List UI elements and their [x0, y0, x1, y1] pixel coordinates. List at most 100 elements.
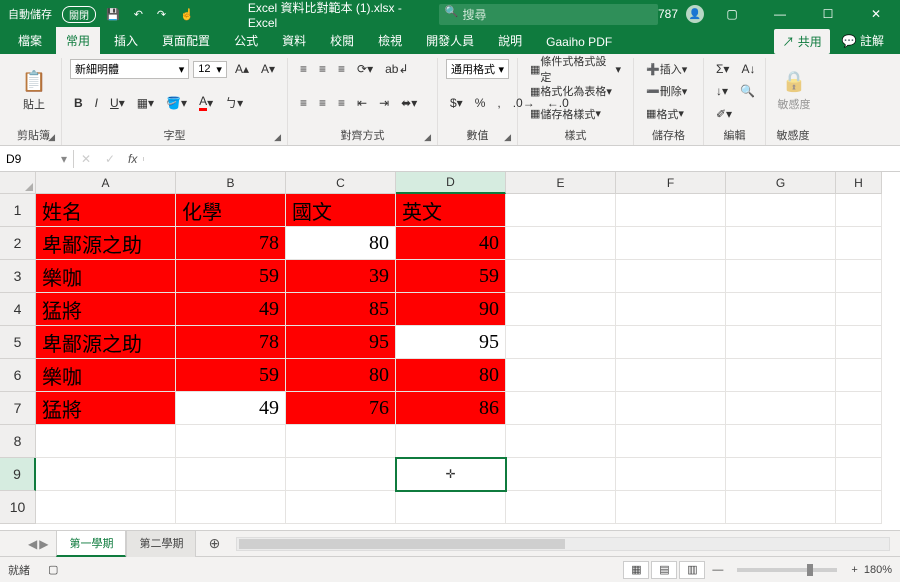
- wrap-text-button[interactable]: ab↲: [381, 60, 412, 78]
- cell[interactable]: [286, 491, 396, 524]
- column-header[interactable]: C: [286, 172, 396, 194]
- search-input[interactable]: 搜尋: [439, 4, 658, 25]
- insert-cells-button[interactable]: ➕插入▾: [642, 59, 691, 79]
- cell[interactable]: [176, 458, 286, 491]
- cell[interactable]: [726, 260, 836, 293]
- delete-cells-button[interactable]: ➖刪除▾: [642, 81, 691, 101]
- cell[interactable]: [726, 194, 836, 227]
- align-right-icon[interactable]: ≡: [334, 94, 349, 112]
- cell[interactable]: [506, 425, 616, 458]
- font-color-icon[interactable]: A▾: [195, 92, 217, 113]
- number-format-select[interactable]: 通用格式▾: [446, 59, 509, 79]
- touch-icon[interactable]: ☝: [176, 6, 198, 23]
- cell[interactable]: [726, 392, 836, 425]
- cell[interactable]: 英文: [396, 194, 506, 227]
- select-all-corner[interactable]: [0, 172, 36, 194]
- cell[interactable]: [506, 326, 616, 359]
- bold-button[interactable]: B: [70, 94, 87, 112]
- cell[interactable]: [616, 227, 726, 260]
- cell[interactable]: [616, 293, 726, 326]
- sheet-tab[interactable]: 第二學期: [126, 530, 196, 557]
- cell[interactable]: [836, 392, 882, 425]
- column-header[interactable]: D: [396, 172, 506, 194]
- row-header[interactable]: 10: [0, 491, 36, 524]
- column-header[interactable]: A: [36, 172, 176, 194]
- align-center-icon[interactable]: ≡: [315, 94, 330, 112]
- row-header[interactable]: 1: [0, 194, 36, 227]
- cell[interactable]: [836, 260, 882, 293]
- hscroll-thumb[interactable]: [239, 539, 565, 549]
- view-pagebreak-icon[interactable]: ▥: [679, 561, 705, 579]
- align-left-icon[interactable]: ≡: [296, 94, 311, 112]
- launcher-icon[interactable]: ◢: [424, 132, 431, 143]
- cell[interactable]: 86: [396, 392, 506, 425]
- cell[interactable]: ✛: [396, 458, 506, 491]
- cell[interactable]: [836, 326, 882, 359]
- shrink-font-icon[interactable]: A▾: [257, 60, 279, 78]
- cell[interactable]: [726, 326, 836, 359]
- ribbon-options-icon[interactable]: ▢: [712, 0, 752, 28]
- cell[interactable]: 95: [396, 326, 506, 359]
- maximize-icon[interactable]: ☐: [808, 0, 848, 28]
- cell[interactable]: [726, 293, 836, 326]
- hscroll-track[interactable]: [236, 537, 890, 551]
- align-middle-icon[interactable]: ≡: [315, 60, 330, 78]
- zoom-in-button[interactable]: +: [851, 564, 857, 576]
- merge-button[interactable]: ⬌▾: [397, 94, 421, 112]
- cell[interactable]: [616, 194, 726, 227]
- ribbon-tab[interactable]: 插入: [104, 27, 148, 54]
- cell[interactable]: [506, 491, 616, 524]
- column-header[interactable]: F: [616, 172, 726, 194]
- font-name-select[interactable]: 新細明體▾: [70, 59, 189, 79]
- cell[interactable]: [506, 359, 616, 392]
- cell[interactable]: [616, 359, 726, 392]
- column-header[interactable]: B: [176, 172, 286, 194]
- cell[interactable]: [616, 260, 726, 293]
- cell[interactable]: [836, 194, 882, 227]
- indent-dec-icon[interactable]: ⇤: [353, 94, 371, 112]
- cell[interactable]: [176, 491, 286, 524]
- autosum-icon[interactable]: Σ▾: [712, 60, 733, 78]
- cell[interactable]: [506, 227, 616, 260]
- indent-inc-icon[interactable]: ⇥: [375, 94, 393, 112]
- ribbon-tab[interactable]: 開發人員: [416, 27, 484, 54]
- cell[interactable]: [506, 260, 616, 293]
- cell[interactable]: [726, 425, 836, 458]
- cell[interactable]: [726, 458, 836, 491]
- clear-icon[interactable]: ✐▾: [712, 105, 736, 123]
- cell[interactable]: 猛將: [36, 392, 176, 425]
- align-top-icon[interactable]: ≡: [296, 60, 311, 78]
- launcher-icon[interactable]: ◢: [48, 132, 55, 143]
- cell[interactable]: [616, 425, 726, 458]
- ribbon-tab[interactable]: 說明: [488, 27, 532, 54]
- cell[interactable]: 90: [396, 293, 506, 326]
- cell[interactable]: 40: [396, 227, 506, 260]
- cell[interactable]: 85: [286, 293, 396, 326]
- row-header[interactable]: 8: [0, 425, 36, 458]
- fill-color-icon[interactable]: 🪣▾: [162, 94, 191, 112]
- cell[interactable]: [506, 194, 616, 227]
- close-icon[interactable]: ✕: [856, 0, 896, 28]
- grow-font-icon[interactable]: A▴: [231, 60, 253, 78]
- cell[interactable]: 國文: [286, 194, 396, 227]
- row-header[interactable]: 2: [0, 227, 36, 260]
- sheet-tab[interactable]: 第一學期: [56, 530, 126, 557]
- find-icon[interactable]: 🔍: [736, 82, 759, 100]
- cell[interactable]: [836, 425, 882, 458]
- cell[interactable]: 化學: [176, 194, 286, 227]
- cell[interactable]: [286, 458, 396, 491]
- ribbon-tab[interactable]: 公式: [224, 27, 268, 54]
- cell[interactable]: 姓名: [36, 194, 176, 227]
- font-size-select[interactable]: 12▾: [193, 61, 227, 78]
- zoom-out-button[interactable]: —: [712, 564, 723, 576]
- phonetic-icon[interactable]: ㄅ▾: [221, 92, 247, 113]
- row-header[interactable]: 5: [0, 326, 36, 359]
- save-icon[interactable]: 💾: [102, 6, 124, 23]
- cell[interactable]: 78: [176, 326, 286, 359]
- cell[interactable]: [616, 458, 726, 491]
- ribbon-tab[interactable]: 檢視: [368, 27, 412, 54]
- row-header[interactable]: 4: [0, 293, 36, 326]
- cell[interactable]: [836, 359, 882, 392]
- cell[interactable]: [836, 458, 882, 491]
- ribbon-tab[interactable]: 頁面配置: [152, 27, 220, 54]
